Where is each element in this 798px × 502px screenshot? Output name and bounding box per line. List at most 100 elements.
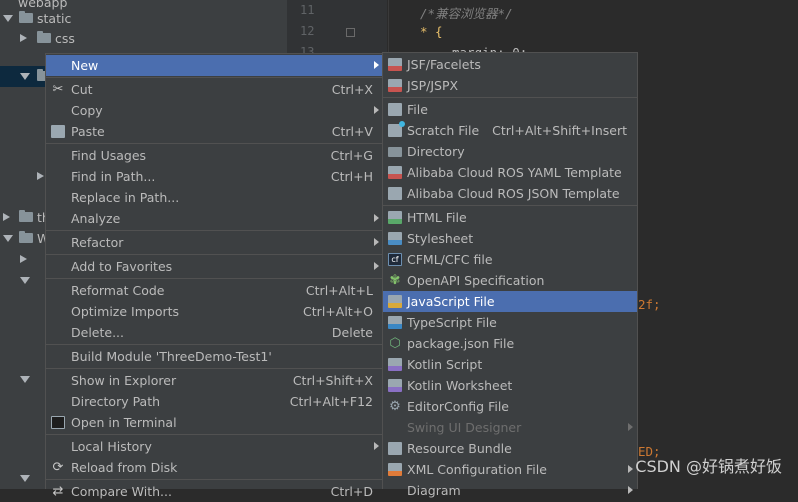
menu-item-reload-from-disk[interactable]: ⟳ Reload from Disk	[46, 457, 383, 478]
menu-item-shortcut: Ctrl+X	[331, 82, 373, 97]
menu-item-label: Build Module 'ThreeDemo-Test1'	[71, 349, 272, 364]
reload-icon: ⟳	[52, 460, 64, 475]
submenu-item-label: JSF/Facelets	[407, 57, 481, 72]
folder-icon	[388, 147, 402, 157]
submenu-item-directory[interactable]: Directory	[383, 141, 637, 162]
submenu-item-scratch-file[interactable]: Scratch File Ctrl+Alt+Shift+Insert	[383, 120, 637, 141]
resource-bundle-icon	[388, 442, 402, 455]
submenu-item-label: XML Configuration File	[407, 462, 547, 477]
submenu-item-editorconfig[interactable]: ⚙ EditorConfig File	[383, 396, 637, 417]
openapi-icon: ✾	[389, 273, 401, 288]
menu-item-copy[interactable]: Copy	[46, 100, 383, 121]
menu-item-add-to-favorites[interactable]: Add to Favorites	[46, 256, 383, 277]
submenu-item-jsf[interactable]: JSF/Facelets	[383, 54, 637, 75]
expand-arrow-icon[interactable]	[20, 277, 30, 284]
menu-item-analyze[interactable]: Analyze	[46, 208, 383, 229]
submenu-item-kotlin-worksheet[interactable]: Kotlin Worksheet	[383, 375, 637, 396]
submenu-item-kotlin-script[interactable]: Kotlin Script	[383, 354, 637, 375]
submenu-item-openapi[interactable]: ✾ OpenAPI Specification	[383, 270, 637, 291]
menu-item-build-module[interactable]: Build Module 'ThreeDemo-Test1'	[46, 346, 383, 367]
submenu-item-html-file[interactable]: HTML File	[383, 207, 637, 228]
menu-item-shortcut: Delete	[331, 325, 373, 340]
submenu-item-typescript-file[interactable]: TypeScript File	[383, 312, 637, 333]
menu-item-find-in-path[interactable]: Find in Path... Ctrl+H	[46, 166, 383, 187]
kotlin-script-icon	[388, 358, 402, 371]
collapse-arrow-icon[interactable]	[20, 255, 27, 263]
expand-arrow-icon[interactable]	[20, 376, 30, 383]
jsf-file-icon	[388, 58, 402, 71]
menu-item-cut[interactable]: ✂ Cut Ctrl+X	[46, 79, 383, 100]
collapse-arrow-icon[interactable]	[3, 213, 10, 221]
file-icon	[388, 103, 402, 116]
menu-item-label: Delete...	[71, 325, 124, 340]
scratch-file-icon	[388, 121, 405, 137]
tree-item-css[interactable]: css	[0, 28, 287, 49]
menu-item-show-in-explorer[interactable]: Show in Explorer Ctrl+Shift+X	[46, 370, 383, 391]
menu-item-new[interactable]: New	[46, 55, 383, 76]
menu-item-refactor[interactable]: Refactor	[46, 232, 383, 253]
menu-item-find-usages[interactable]: Find Usages Ctrl+G	[46, 145, 383, 166]
submenu-item-label: Stylesheet	[407, 231, 474, 246]
collapse-arrow-icon[interactable]	[37, 172, 44, 180]
menu-item-replace-in-path[interactable]: Replace in Path...	[46, 187, 383, 208]
expand-arrow-icon[interactable]	[20, 73, 30, 80]
submenu-item-package-json[interactable]: ⬡ package.json File	[383, 333, 637, 354]
xml-file-icon	[388, 463, 402, 476]
menu-item-optimize-imports[interactable]: Optimize Imports Ctrl+Alt+O	[46, 301, 383, 322]
collapse-arrow-icon[interactable]	[20, 34, 27, 42]
submenu-item-resource-bundle[interactable]: Resource Bundle	[383, 438, 637, 459]
code-fragment: 2f;	[638, 297, 661, 312]
folder-icon	[19, 11, 33, 23]
submenu-item-jsp[interactable]: JSP/JSPX	[383, 75, 637, 96]
line-number: 12	[300, 24, 315, 38]
expand-arrow-icon[interactable]	[3, 15, 13, 22]
menu-item-paste[interactable]: Paste Ctrl+V	[46, 121, 383, 142]
menu-item-label: Compare With...	[71, 484, 172, 499]
editorconfig-icon: ⚙	[389, 399, 401, 414]
menu-item-compare-with[interactable]: ⇄ Compare With... Ctrl+D	[46, 481, 383, 502]
expand-arrow-icon[interactable]	[3, 235, 13, 242]
cfml-file-icon: cf	[388, 253, 402, 266]
menu-item-local-history[interactable]: Local History	[46, 436, 383, 457]
submenu-item-stylesheet[interactable]: Stylesheet	[383, 228, 637, 249]
submenu-item-javascript-file[interactable]: JavaScript File	[383, 291, 637, 312]
menu-separator	[46, 254, 383, 255]
typescript-file-icon	[388, 316, 402, 329]
menu-item-shortcut: Ctrl+Shift+X	[292, 373, 373, 388]
tree-item-static[interactable]: static	[0, 8, 287, 29]
html-file-icon	[388, 211, 402, 224]
menu-item-directory-path[interactable]: Directory Path Ctrl+Alt+F12	[46, 391, 383, 412]
submenu-item-diagram[interactable]: Diagram	[383, 480, 637, 501]
submenu-item-label: File	[407, 102, 428, 117]
expand-arrow-icon[interactable]	[20, 475, 30, 482]
submenu-arrow-icon	[628, 465, 633, 473]
menu-item-shortcut: Ctrl+H	[330, 169, 373, 184]
javascript-file-icon	[388, 295, 402, 308]
submenu-arrow-icon	[374, 61, 379, 69]
menu-item-reformat-code[interactable]: Reformat Code Ctrl+Alt+L	[46, 280, 383, 301]
submenu-item-file[interactable]: File	[383, 99, 637, 120]
submenu-item-label: Kotlin Script	[407, 357, 483, 372]
submenu-item-label: Resource Bundle	[407, 441, 512, 456]
menu-separator	[46, 143, 383, 144]
jsp-file-icon	[388, 79, 402, 92]
menu-separator	[46, 278, 383, 279]
menu-item-label: New	[71, 58, 99, 73]
submenu-item-label: Alibaba Cloud ROS YAML Template	[407, 165, 622, 180]
menu-item-label: Open in Terminal	[71, 415, 177, 430]
submenu-item-cfml[interactable]: cf CFML/CFC file	[383, 249, 637, 270]
menu-separator	[46, 368, 383, 369]
package-json-icon: ⬡	[389, 336, 401, 351]
submenu-item-ros-yaml[interactable]: Alibaba Cloud ROS YAML Template	[383, 162, 637, 183]
folder-icon	[37, 31, 51, 43]
menu-item-delete[interactable]: Delete... Delete	[46, 322, 383, 343]
json-template-icon	[388, 187, 402, 200]
submenu-item-ros-json[interactable]: Alibaba Cloud ROS JSON Template	[383, 183, 637, 204]
fold-marker-icon[interactable]	[346, 28, 355, 37]
submenu-item-label: Diagram	[407, 483, 461, 498]
submenu-item-swing-ui-designer[interactable]: Swing UI Designer	[383, 417, 637, 438]
terminal-icon	[51, 416, 65, 429]
menu-item-open-in-terminal[interactable]: Open in Terminal	[46, 412, 383, 433]
submenu-item-xml-configuration[interactable]: XML Configuration File	[383, 459, 637, 480]
clipboard-icon	[51, 125, 65, 138]
